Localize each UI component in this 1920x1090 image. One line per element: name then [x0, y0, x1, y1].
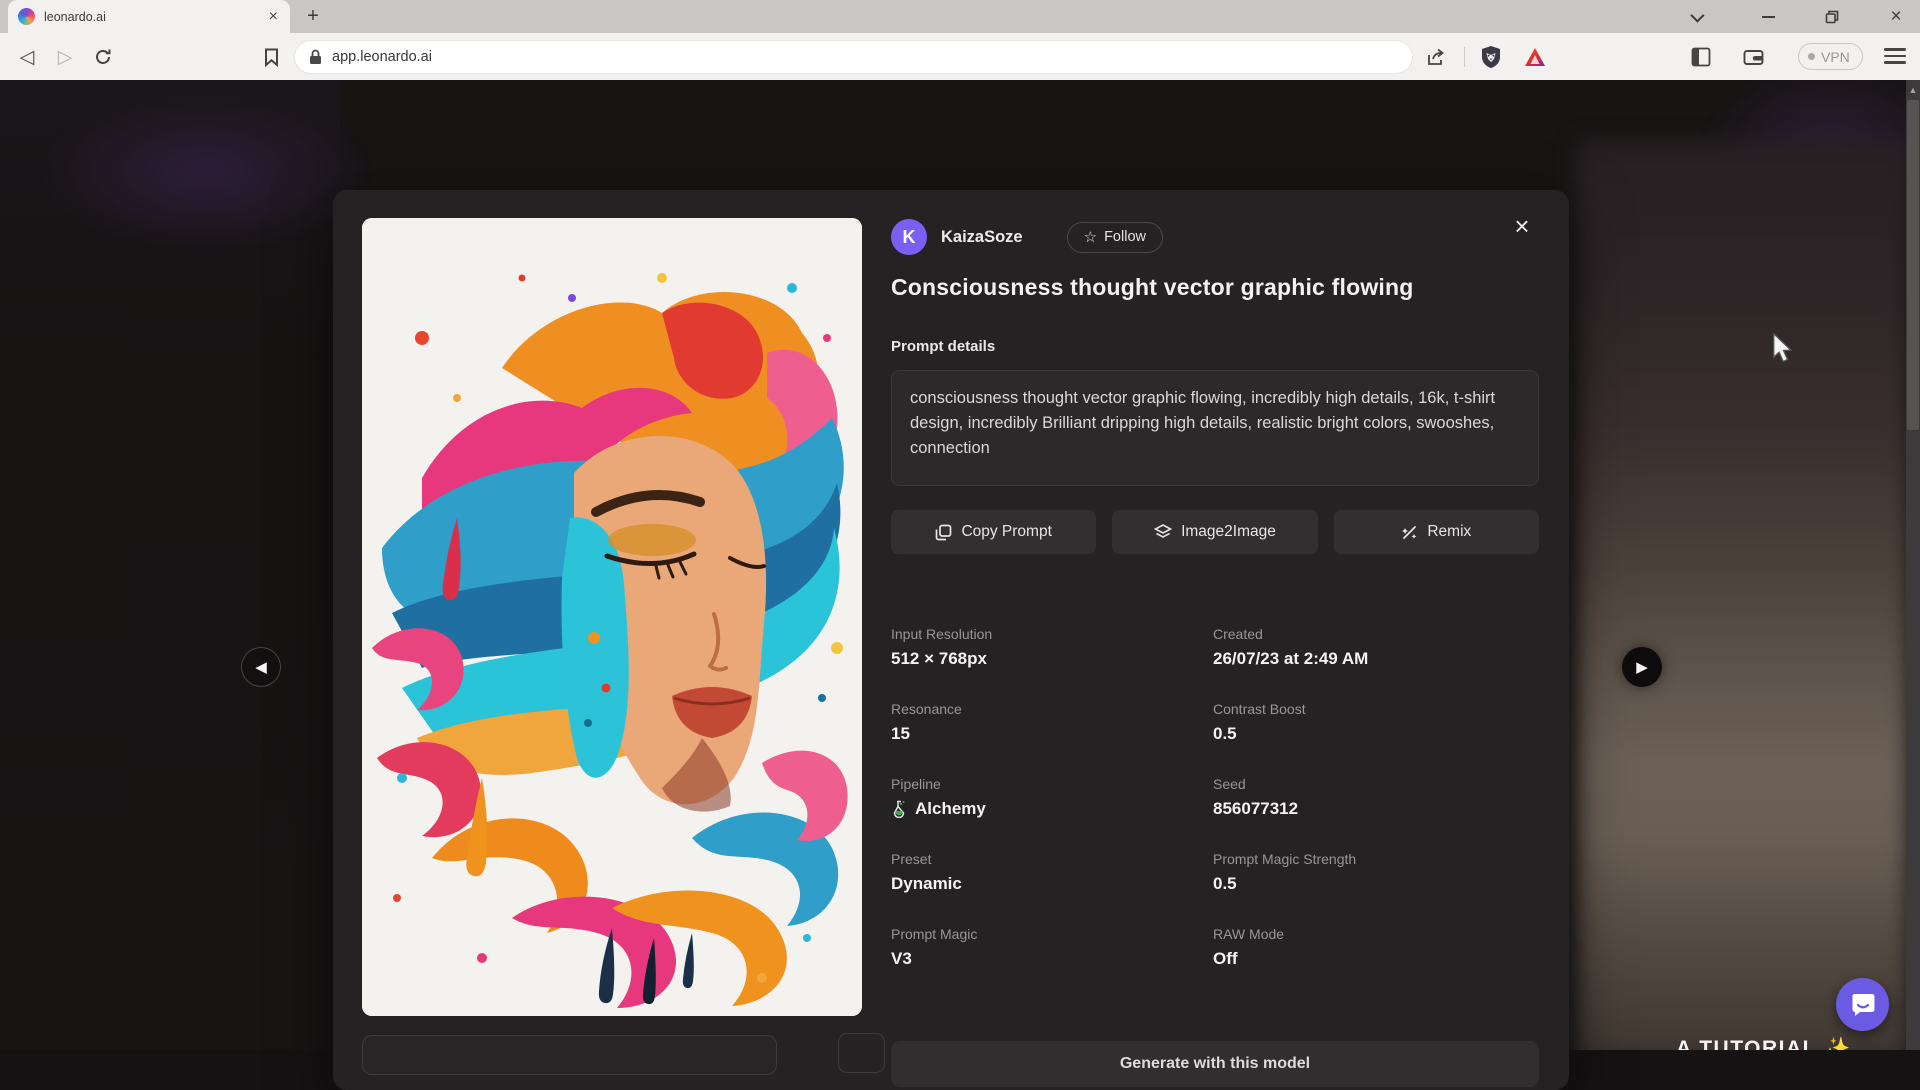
tab-close-icon[interactable]: ×	[267, 8, 280, 26]
scrollbar-up-icon[interactable]: ▲	[1906, 83, 1920, 97]
address-bar[interactable]: app.leonardo.ai	[295, 41, 1412, 73]
generation-details: Input Resolution 512 × 768px Created 26/…	[891, 626, 1539, 969]
page-scrollbar[interactable]: ▲	[1906, 80, 1920, 1050]
modal-close-icon[interactable]: ×	[1507, 212, 1537, 242]
chat-support-button[interactable]	[1836, 978, 1889, 1031]
previous-image-button[interactable]: ◀	[241, 647, 281, 687]
detail-raw-mode: RAW Mode Off	[1213, 926, 1539, 969]
detail-panel: K KaizaSoze ☆ Follow × Consciousness tho…	[891, 190, 1539, 1090]
new-tab-button[interactable]: +	[300, 4, 326, 30]
flask-icon	[891, 800, 907, 818]
vpn-label: VPN	[1821, 49, 1850, 65]
image2image-button[interactable]: Image2Image	[1112, 510, 1317, 554]
tab-search-icon[interactable]	[1676, 0, 1716, 33]
brave-shield-icon[interactable]	[1476, 42, 1506, 72]
site-favicon	[18, 8, 35, 25]
copy-icon	[935, 524, 952, 541]
window-restore-button[interactable]	[1812, 0, 1852, 33]
detail-contrast-boost: Contrast Boost 0.5	[1213, 701, 1539, 744]
browser-menu-icon[interactable]	[1884, 45, 1906, 67]
layers-icon	[1154, 524, 1172, 540]
remix-label: Remix	[1427, 523, 1471, 541]
artwork-illustration	[362, 218, 862, 1016]
image-action-bar-partial[interactable]	[362, 1035, 777, 1075]
pipeline-value: Alchemy	[915, 799, 986, 819]
share-icon[interactable]	[1421, 42, 1451, 72]
reload-icon[interactable]	[88, 42, 118, 72]
backdrop-dim	[0, 80, 340, 1000]
remix-icon	[1401, 524, 1418, 541]
detail-created: Created 26/07/23 at 2:49 AM	[1213, 626, 1539, 669]
toolbar-divider	[1464, 47, 1465, 67]
prompt-details-heading: Prompt details	[891, 338, 995, 355]
vpn-status-dot	[1808, 53, 1815, 60]
detail-input-resolution: Input Resolution 512 × 768px	[891, 626, 1213, 669]
lock-icon	[309, 49, 322, 65]
window-minimize-button[interactable]	[1748, 0, 1788, 33]
remix-button[interactable]: Remix	[1334, 510, 1539, 554]
scrollbar-thumb[interactable]	[1907, 100, 1919, 430]
browser-toolbar: ◁ ▷ app.leonardo.ai VPN	[0, 33, 1920, 80]
detail-pipeline: Pipeline Alchemy	[891, 776, 1213, 819]
wallet-icon[interactable]	[1738, 42, 1768, 72]
vpn-badge[interactable]: VPN	[1798, 43, 1863, 70]
brave-rewards-icon[interactable]	[1520, 42, 1550, 72]
image-title: Consciousness thought vector graphic flo…	[891, 274, 1414, 301]
next-image-button[interactable]: ▶	[1622, 647, 1662, 687]
image-action-button-partial[interactable]	[838, 1033, 885, 1073]
detail-prompt-magic: Prompt Magic V3	[891, 926, 1213, 969]
detail-preset: Preset Dynamic	[891, 851, 1213, 894]
tab-title: leonardo.ai	[44, 10, 267, 24]
follow-button[interactable]: ☆ Follow	[1067, 222, 1163, 253]
browser-tab[interactable]: leonardo.ai ×	[8, 0, 290, 33]
image2image-label: Image2Image	[1181, 523, 1276, 541]
copy-prompt-label: Copy Prompt	[961, 523, 1051, 541]
generate-with-model-button[interactable]: Generate with this model	[891, 1041, 1539, 1087]
back-icon[interactable]: ◁	[12, 42, 42, 72]
author-name[interactable]: KaizaSoze	[941, 228, 1023, 247]
bookmark-icon[interactable]	[256, 42, 286, 72]
tab-strip: leonardo.ai × + ×	[0, 0, 1920, 33]
copy-prompt-button[interactable]: Copy Prompt	[891, 510, 1096, 554]
detail-seed: Seed 856077312	[1213, 776, 1539, 819]
url-text: app.leonardo.ai	[332, 49, 432, 65]
detail-resonance: Resonance 15	[891, 701, 1213, 744]
window-close-button[interactable]: ×	[1876, 0, 1916, 33]
chat-bubble-icon	[1850, 992, 1876, 1018]
mouse-cursor	[1770, 332, 1796, 369]
sidebar-icon[interactable]	[1686, 42, 1716, 72]
forward-icon[interactable]: ▷	[50, 42, 80, 72]
backdrop-blur-content	[1576, 140, 1908, 1050]
avatar[interactable]: K	[891, 219, 927, 255]
generated-image[interactable]	[362, 218, 862, 1016]
author-row: K KaizaSoze ☆ Follow	[891, 218, 1163, 256]
prompt-actions: Copy Prompt Image2Image Remix	[891, 510, 1539, 554]
detail-prompt-magic-strength: Prompt Magic Strength 0.5	[1213, 851, 1539, 894]
image-detail-modal: K KaizaSoze ☆ Follow × Consciousness tho…	[333, 190, 1569, 1090]
star-icon: ☆	[1084, 228, 1097, 246]
follow-label: Follow	[1104, 229, 1146, 245]
partial-caption-text: A TUTORIAL ✨	[1676, 1037, 1876, 1050]
prompt-text[interactable]: consciousness thought vector graphic flo…	[891, 370, 1539, 486]
